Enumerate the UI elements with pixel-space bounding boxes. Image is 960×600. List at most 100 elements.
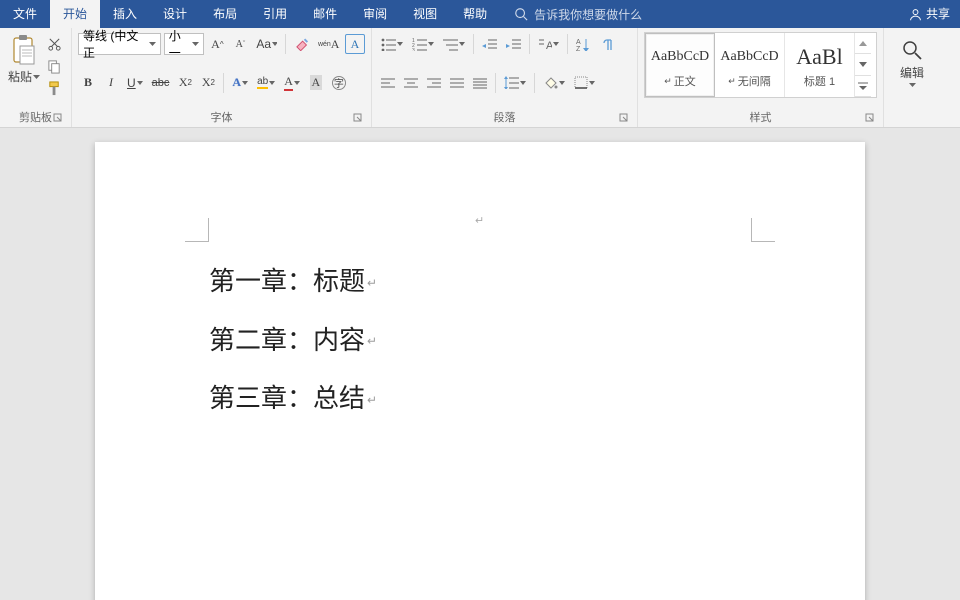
clipboard-launcher[interactable]: [53, 113, 65, 125]
font-color-button[interactable]: A: [281, 73, 303, 93]
phonetic-guide-button[interactable]: wénA: [315, 34, 342, 54]
bullets-button[interactable]: [378, 34, 406, 54]
char-border-button[interactable]: A: [345, 34, 365, 54]
font-family-select[interactable]: 等线 (中文正: [78, 33, 161, 55]
char-shading-button[interactable]: A: [306, 73, 326, 93]
pilcrow-icon: [601, 38, 614, 51]
clipboard-group-label: 剪贴板: [19, 112, 52, 124]
font-group-label: 字体: [211, 112, 233, 124]
superscript-button[interactable]: X2: [198, 73, 218, 93]
svg-text:A: A: [576, 39, 581, 46]
shrink-font-button[interactable]: Aˇ: [230, 34, 250, 54]
grow-font-button[interactable]: A^: [207, 34, 227, 54]
para-mark-icon: ↵: [367, 276, 377, 290]
numbering-icon: 123: [412, 38, 427, 51]
paragraph-group-label: 段落: [494, 112, 516, 124]
underline-button[interactable]: U: [124, 73, 146, 93]
eraser-icon: [294, 37, 309, 51]
gallery-down[interactable]: [855, 54, 871, 75]
copy-icon: [47, 59, 62, 74]
multilevel-icon: [443, 38, 458, 51]
style-heading1[interactable]: AaBl 标题 1: [785, 33, 855, 97]
cut-button[interactable]: [44, 34, 65, 54]
font-size-value: 小一: [169, 27, 193, 61]
align-center-button[interactable]: [401, 73, 421, 93]
menu-design[interactable]: 设计: [150, 0, 200, 28]
numbering-button[interactable]: 123: [409, 34, 437, 54]
align-left-button[interactable]: [378, 73, 398, 93]
gallery-more[interactable]: [855, 76, 871, 97]
menu-file[interactable]: 文件: [0, 0, 50, 28]
align-distribute-button[interactable]: [470, 73, 490, 93]
sort-icon: AZ: [576, 38, 591, 51]
bold-button[interactable]: B: [78, 73, 98, 93]
line-spacing-button[interactable]: [501, 73, 529, 93]
paste-button[interactable]: 粘贴: [6, 32, 42, 98]
shading-button[interactable]: [540, 73, 568, 93]
menu-view[interactable]: 视图: [400, 0, 450, 28]
svg-text:3: 3: [412, 48, 415, 51]
change-case-button[interactable]: Aa: [253, 34, 280, 54]
multilevel-button[interactable]: [440, 34, 468, 54]
align-justify-button[interactable]: [447, 73, 467, 93]
style-normal[interactable]: AaBbCcD ↵正文: [645, 33, 715, 97]
style-name: 标题 1: [804, 73, 835, 89]
styles-group-label: 样式: [750, 112, 772, 124]
menu-references[interactable]: 引用: [250, 0, 300, 28]
menu-layout[interactable]: 布局: [200, 0, 250, 28]
menu-review[interactable]: 审阅: [350, 0, 400, 28]
doc-line[interactable]: 第三章：总结↵: [209, 369, 377, 428]
style-nospacing[interactable]: AaBbCcD ↵无间隔: [715, 33, 785, 97]
menu-help[interactable]: 帮助: [450, 0, 500, 28]
font-family-value: 等线 (中文正: [83, 27, 149, 61]
document-area[interactable]: ↵ 第一章：标题↵ 第二章：内容↵ 第三章：总结↵: [0, 128, 960, 600]
strike-button[interactable]: abc: [149, 73, 173, 93]
para-mark-icon: ↵: [367, 334, 377, 348]
svg-text:Z: Z: [576, 46, 581, 51]
sort-button[interactable]: AZ: [573, 34, 594, 54]
tellme-search[interactable]: 告诉我你想要做什么: [514, 0, 642, 28]
font-launcher[interactable]: [353, 113, 365, 125]
style-name: 无间隔: [738, 73, 771, 89]
dec-indent-button[interactable]: [479, 34, 500, 54]
format-painter-button[interactable]: [44, 78, 65, 98]
menubar: 文件 开始 插入 设计 布局 引用 邮件 审阅 视图 帮助 告诉我你想要做什么 …: [0, 0, 960, 28]
menu-mail[interactable]: 邮件: [300, 0, 350, 28]
enclose-char-button[interactable]: 字: [329, 73, 349, 93]
paragraph-launcher[interactable]: [619, 113, 631, 125]
copy-button[interactable]: [44, 56, 65, 76]
clear-format-button[interactable]: [291, 34, 312, 54]
borders-icon: [574, 76, 588, 89]
show-marks-button[interactable]: [597, 34, 617, 54]
styles-launcher[interactable]: [865, 113, 877, 125]
editing-button[interactable]: 编辑: [890, 32, 934, 87]
bullets-icon: [381, 38, 396, 51]
highlight-button[interactable]: ab: [254, 73, 278, 93]
tellme-label: 告诉我你想要做什么: [534, 6, 642, 23]
menu-home[interactable]: 开始: [50, 0, 100, 28]
gallery-up[interactable]: [855, 33, 871, 54]
asian-layout-button[interactable]: A: [535, 34, 562, 54]
document-content[interactable]: 第一章：标题↵ 第二章：内容↵ 第三章：总结↵: [209, 252, 377, 428]
text-effects-button[interactable]: A: [229, 73, 251, 93]
page[interactable]: ↵ 第一章：标题↵ 第二章：内容↵ 第三章：总结↵: [95, 142, 865, 600]
share-label: 共享: [926, 0, 950, 28]
clipboard-icon: [10, 34, 38, 66]
share-button[interactable]: 共享: [909, 0, 950, 28]
italic-button[interactable]: I: [101, 73, 121, 93]
scissors-icon: [47, 37, 62, 52]
doc-line[interactable]: 第二章：内容↵: [209, 311, 377, 370]
styles-gallery: AaBbCcD ↵正文 AaBbCcD ↵无间隔 AaBl 标题 1: [644, 32, 877, 98]
search-icon: [514, 7, 528, 21]
borders-button[interactable]: [571, 73, 598, 93]
outdent-icon: [482, 38, 497, 51]
font-size-select[interactable]: 小一: [164, 33, 205, 55]
group-editing: 编辑: [884, 28, 938, 127]
doc-line[interactable]: 第一章：标题↵: [209, 252, 377, 311]
line-spacing-icon: [504, 76, 519, 89]
subscript-button[interactable]: X2: [175, 73, 195, 93]
inc-indent-button[interactable]: [503, 34, 524, 54]
group-paragraph: 123 A AZ 段落: [372, 28, 638, 127]
menu-insert[interactable]: 插入: [100, 0, 150, 28]
align-right-button[interactable]: [424, 73, 444, 93]
